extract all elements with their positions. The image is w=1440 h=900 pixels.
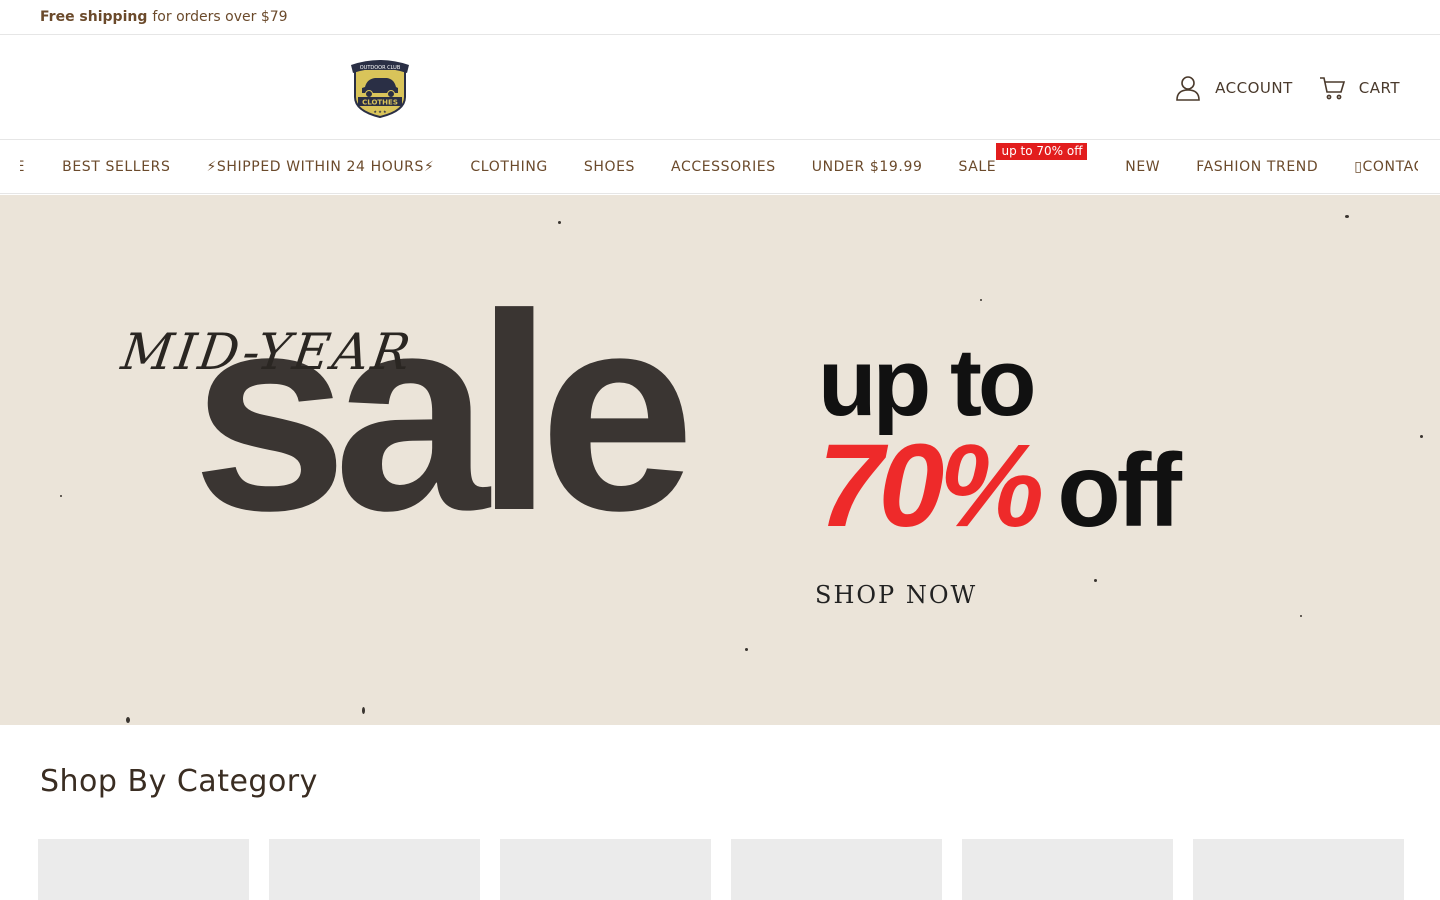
shop-now-button[interactable]: SHOP NOW [815, 581, 977, 609]
nav-item-under-1999[interactable]: UNDER $19.99 [812, 159, 923, 175]
announcement-bold: Free shipping [40, 9, 148, 25]
logo-main-text: CLOTHES [362, 99, 398, 107]
svg-text:★ ★ ★: ★ ★ ★ [373, 109, 387, 114]
nav-item-shipped-24h[interactable]: ⚡SHIPPED WITHIN 24 HOURS⚡ [206, 159, 434, 175]
hero-off: off [1057, 433, 1182, 549]
cart-icon [1319, 76, 1345, 100]
nav-item-sale-label: SALE [958, 159, 997, 175]
category-card[interactable] [731, 839, 942, 900]
category-card[interactable] [500, 839, 711, 900]
category-section-title: Shop By Category [40, 764, 318, 799]
nav-item-accessories[interactable]: ACCESSORIES [671, 159, 776, 175]
sale-badge: up to 70% off [996, 143, 1088, 160]
nav-item-contact-label: CONTACT [1362, 159, 1418, 175]
hero-script-text: MID-YEAR [117, 323, 417, 381]
main-nav: ME BEST SELLERS ⚡SHIPPED WITHIN 24 HOURS… [0, 140, 1440, 194]
nav-item-new[interactable]: NEW [1125, 159, 1160, 175]
nav-item-shoes[interactable]: SHOES [584, 159, 635, 175]
nav-item-fashion-trend[interactable]: FASHION TREND [1196, 159, 1318, 175]
announcement-text: for orders over $79 [152, 9, 288, 25]
category-card[interactable] [1193, 839, 1404, 900]
hero-discount: 70% off [818, 427, 1182, 545]
contact-icon: ▯ [1354, 159, 1363, 175]
site-header: OUTDOOR CLUB CLOTHES ★ ★ ★ ACCOUNT CART [0, 35, 1440, 140]
category-card[interactable] [962, 839, 1173, 900]
category-card[interactable] [269, 839, 480, 900]
hero-upto: up to [818, 329, 1037, 436]
hero-sale-word: sale [192, 257, 695, 569]
hero-percent: 70% [818, 420, 1044, 552]
nav-item-contact[interactable]: ▯CONTACT [1354, 159, 1418, 175]
hero-banner[interactable]: sale MID-YEAR up to 70% off SHOP NOW [0, 195, 1440, 725]
cart-link[interactable]: CART [1319, 76, 1400, 100]
category-grid [38, 839, 1404, 900]
user-icon [1175, 75, 1201, 101]
logo-top-text: OUTDOOR CLUB [360, 65, 401, 71]
announcement-bar: Free shipping for orders over $79 [0, 0, 1440, 35]
account-link[interactable]: ACCOUNT [1175, 75, 1293, 101]
store-logo[interactable]: OUTDOOR CLUB CLOTHES ★ ★ ★ [349, 57, 411, 119]
cart-label: CART [1358, 78, 1400, 97]
account-label: ACCOUNT [1215, 78, 1293, 97]
nav-item-best-sellers[interactable]: BEST SELLERS [62, 159, 170, 175]
nav-item-clothing[interactable]: CLOTHING [470, 159, 547, 175]
nav-item-home[interactable]: ME [20, 159, 25, 175]
category-card[interactable] [38, 839, 249, 900]
nav-item-sale[interactable]: SALE up to 70% off [958, 143, 1088, 175]
